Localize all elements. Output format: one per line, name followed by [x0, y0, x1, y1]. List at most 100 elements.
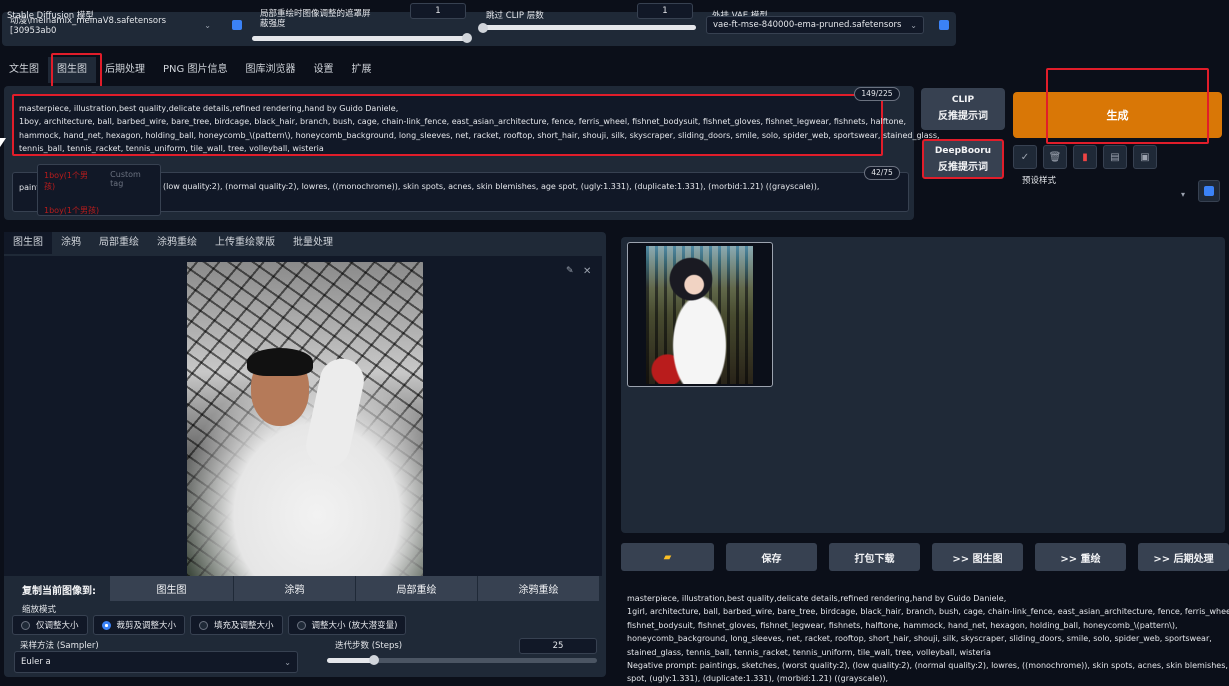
- open-folder-button[interactable]: ▰: [621, 543, 714, 571]
- autocomplete-tag: 1boy(1个男孩): [44, 171, 89, 191]
- subtab-batch[interactable]: 批量处理: [284, 232, 342, 254]
- clip-interrogate-button[interactable]: CLIP 反推提示词: [921, 88, 1005, 130]
- clip-sub-label: 反推提示词: [938, 111, 988, 122]
- autocomplete-tag: 1boy(1个男孩): [44, 206, 100, 215]
- send-to-extras-button[interactable]: >> 后期处理: [1138, 543, 1229, 571]
- tab-txt2img[interactable]: 文生图: [0, 57, 48, 83]
- close-icon: ✕: [583, 266, 592, 277]
- resize-mode-label: 缩放模式: [22, 605, 57, 615]
- copy-to-sketch-button[interactable]: 涂鸦: [233, 576, 355, 601]
- copy-image-to-label: 复制当前图像到:: [22, 586, 96, 597]
- resize-option-crop-resize[interactable]: 裁剪及调整大小: [92, 615, 186, 635]
- steps-slider-fill: [327, 658, 373, 663]
- positive-token-counter: 149/225: [854, 87, 900, 101]
- radio-selected-icon: [101, 620, 111, 630]
- highlight-generate: [1046, 68, 1209, 144]
- generation-info-line: fishnet_bodysuit, fishnet_gloves, fishne…: [627, 620, 1178, 630]
- mask-blur-slider-knob[interactable]: [462, 33, 472, 43]
- generation-info: masterpiece, illustration,best quality,d…: [627, 592, 1229, 686]
- subtab-inpaint-sketch[interactable]: 涂鸦重绘: [148, 232, 206, 254]
- autocomplete-row[interactable]: 1boy(1个男孩): [38, 197, 160, 224]
- generation-info-line: Negative prompt: paintings, sketches, (w…: [627, 661, 1229, 671]
- mask-blur-slider[interactable]: [252, 36, 468, 41]
- sd-model-dropdown[interactable]: 动漫\meinamix_meinaV8.safetensors [30953ab…: [4, 16, 217, 36]
- clip-label: CLIP: [951, 95, 975, 105]
- input-photo: [187, 262, 423, 576]
- folder-icon: ▰: [663, 551, 672, 563]
- steps-slider[interactable]: [327, 658, 597, 663]
- resize-option-fill-resize[interactable]: 填充及调整大小: [190, 615, 283, 635]
- bookmark-icon: ▮: [1082, 151, 1088, 163]
- positive-prompt-line: masterpiece, illustration,best quality,d…: [19, 104, 399, 113]
- refresh-model-button[interactable]: [229, 17, 245, 33]
- mask-blur-input[interactable]: 1: [410, 3, 466, 19]
- tab-extras[interactable]: 后期处理: [96, 57, 154, 83]
- generation-info-line: 1girl, architecture, ball, barbed_wire, …: [627, 607, 1229, 617]
- deepbooru-interrogate-button[interactable]: DeepBooru 反推提示词: [922, 139, 1004, 179]
- refresh-vae-button[interactable]: [936, 17, 952, 33]
- clip-skip-input[interactable]: 1: [637, 3, 693, 19]
- vae-value: vae-ft-mse-840000-ema-pruned.safetensors: [713, 20, 902, 30]
- sampler-dropdown[interactable]: Euler a ⌄: [14, 651, 298, 673]
- paste-button[interactable]: ▤: [1103, 145, 1127, 169]
- radio-icon: [21, 620, 30, 630]
- steps-slider-knob[interactable]: [369, 655, 379, 665]
- tab-png-info[interactable]: PNG 图片信息: [154, 57, 236, 83]
- send-to-img2img-button[interactable]: >> 图生图: [932, 543, 1023, 571]
- check-icon: ✓: [1020, 151, 1030, 163]
- apply-button[interactable]: ✓: [1013, 145, 1037, 169]
- chevron-down-icon: ▾: [1180, 189, 1185, 199]
- copy-to-img2img-button[interactable]: 图生图: [110, 576, 233, 601]
- negative-prompt-text: (low quality:2), (normal quality:2), low…: [163, 182, 820, 191]
- generated-anime-image: [646, 246, 753, 384]
- sampler-label: 采样方法 (Sampler): [20, 641, 99, 651]
- subtab-inpaint-upload[interactable]: 上传重绘蒙版: [206, 232, 284, 254]
- resize-mode-options: 仅调整大小 裁剪及调整大小 填充及调整大小 调整大小 (放大潜变量): [12, 615, 407, 635]
- pencil-icon: ✎: [566, 266, 574, 276]
- clip-skip-label: 跳过 CLIP 层数: [486, 11, 544, 21]
- edit-image-button[interactable]: ✎: [566, 266, 578, 278]
- subtab-img2img[interactable]: 图生图: [4, 232, 52, 254]
- copy-buttons: 图生图 涂鸦 局部重绘 涂鸦重绘: [110, 576, 599, 601]
- vae-dropdown[interactable]: vae-ft-mse-840000-ema-pruned.safetensors…: [706, 16, 924, 34]
- resize-option-latent-upscale[interactable]: 调整大小 (放大潜变量): [287, 615, 407, 635]
- autocomplete-type: Custom tag: [110, 170, 141, 188]
- clear-image-button[interactable]: ✕: [583, 266, 595, 278]
- output-thumbnail[interactable]: [627, 242, 773, 387]
- generation-info-line: stained_glass, tennis_ball, tennis_racke…: [627, 647, 991, 657]
- subtab-inpaint[interactable]: 局部重绘: [90, 232, 148, 254]
- autocomplete-row[interactable]: 1boy(1个男孩) Custom tag: [38, 165, 160, 197]
- clip-skip-slider[interactable]: [480, 25, 696, 30]
- send-to-inpaint-button[interactable]: >> 重绘: [1035, 543, 1126, 571]
- show-extra-networks-button[interactable]: ▮: [1073, 145, 1097, 169]
- refresh-styles-button[interactable]: [1198, 180, 1220, 202]
- zip-download-button[interactable]: 打包下载: [829, 543, 920, 571]
- subtab-sketch[interactable]: 涂鸦: [52, 232, 90, 254]
- mask-blur-label: 局部重绘时图像调整的遮罩屏 蔽强度: [260, 9, 371, 29]
- save-icon: ▣: [1140, 151, 1150, 163]
- styles-dropdown[interactable]: ▾: [1015, 182, 1191, 206]
- positive-prompt-line: tennis_ball, tennis_racket, tennis_unifo…: [19, 144, 324, 154]
- generation-info-line: spot, (ugly:1.331), (duplicate:1.331), (…: [627, 674, 889, 684]
- chevron-down-icon: ⌄: [284, 657, 291, 667]
- tab-image-browser[interactable]: 图库浏览器: [236, 57, 304, 83]
- chevron-down-icon: ⌄: [910, 20, 917, 30]
- trash-icon: 🗑: [1048, 151, 1062, 163]
- positive-prompt-line: hammock, hand_net, hexagon, holding_ball…: [19, 130, 940, 140]
- copy-to-inpaint-sketch-button[interactable]: 涂鸦重绘: [477, 576, 599, 601]
- tab-settings[interactable]: 设置: [304, 57, 342, 83]
- save-style-button[interactable]: ▣: [1133, 145, 1157, 169]
- save-button[interactable]: 保存: [726, 543, 817, 571]
- positive-prompt-textarea[interactable]: masterpiece, illustration,best quality,d…: [12, 94, 940, 156]
- refresh-icon: [939, 20, 949, 30]
- clipboard-icon: ▤: [1110, 151, 1120, 163]
- tab-extensions[interactable]: 扩展: [342, 57, 380, 83]
- prompt-tool-buttons: ✓ 🗑 ▮ ▤ ▣: [1013, 145, 1157, 169]
- radio-icon: [296, 620, 306, 630]
- copy-to-inpaint-button[interactable]: 局部重绘: [355, 576, 477, 601]
- clear-prompt-button[interactable]: 🗑: [1043, 145, 1067, 169]
- steps-input[interactable]: 25: [519, 638, 597, 654]
- clip-skip-slider-knob[interactable]: [478, 23, 488, 33]
- resize-option-just-resize[interactable]: 仅调整大小: [12, 615, 88, 635]
- output-buttons: ▰ 保存 打包下载 >> 图生图 >> 重绘 >> 后期处理: [621, 543, 1229, 571]
